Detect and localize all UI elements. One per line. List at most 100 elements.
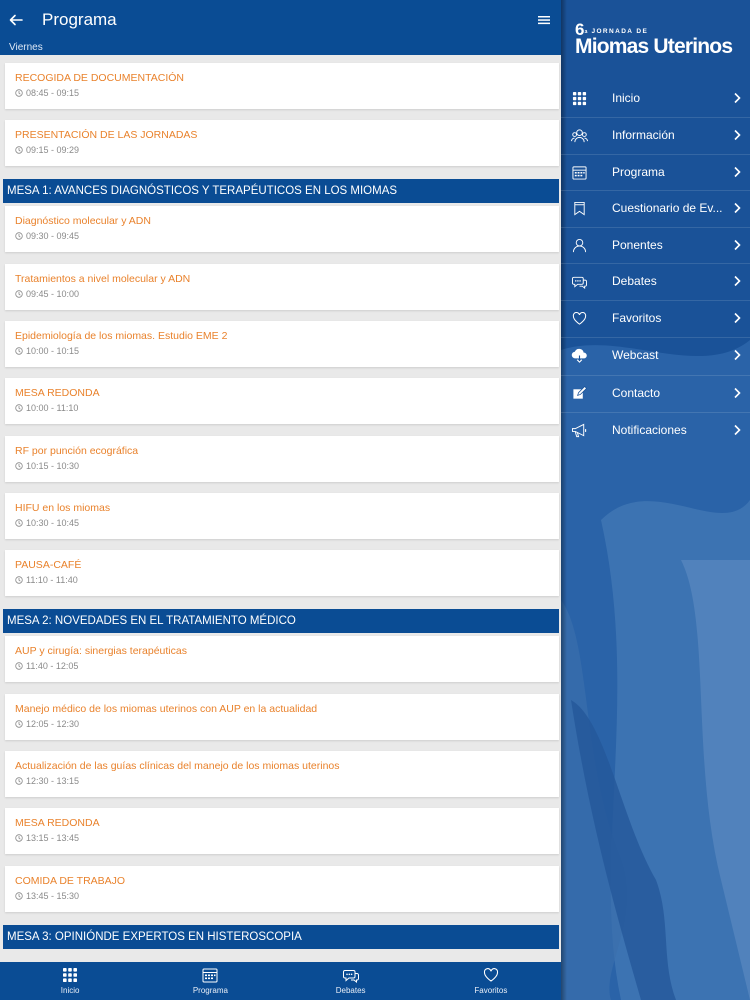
page-title: Programa [42,10,117,29]
tab-inicio[interactable]: Inicio [0,962,140,1000]
session-card[interactable]: HIFU en los miomas 10:30 - 10:45 [5,493,559,539]
drawer-item-label: Información [612,128,675,142]
drawer-item-favoritos[interactable]: Favoritos [561,300,750,336]
navigation-drawer: 6ª JORNADA DE Miomas Uterinos Inicio Inf… [561,0,750,1000]
tab-favoritos[interactable]: Favoritos [421,962,561,1000]
clock-icon [15,720,23,728]
clock-icon [15,892,23,900]
session-title: AUP y cirugía: sinergias terapéuticas [15,645,187,657]
heart-icon [572,311,586,325]
drawer-item-programa[interactable]: Programa [561,154,750,190]
drawer-item-label: Contacto [612,386,661,400]
chevron-right-icon [734,166,741,178]
clock-icon [15,777,23,785]
session-time: 10:00 - 11:10 [26,403,79,413]
session-title: HIFU en los miomas [15,502,111,514]
session-card[interactable]: PRESENTACIÓN DE LAS JORNADAS 09:15 - 09:… [5,120,559,166]
section-header-mesa-3: MESA 3: OPINIÓNDE EXPERTOS EN HISTEROSCO… [3,925,559,949]
session-title: RECOGIDA DE DOCUMENTACIÓN [15,72,184,84]
drawer-item-debates[interactable]: Debates [561,263,750,299]
session-time: 13:15 - 13:45 [26,833,80,843]
session-card[interactable]: PAUSA-CAFÉ 11:10 - 11:40 [5,550,559,596]
session-card[interactable]: RF por punción ecográfica 10:15 - 10:30 [5,436,559,482]
schedule-list[interactable]: RECOGIDA DE DOCUMENTACIÓN 08:45 - 09:15 … [0,55,561,962]
megaphone-icon [571,423,586,437]
session-time: 09:30 - 09:45 [26,231,80,241]
session-card[interactable]: RECOGIDA DE DOCUMENTACIÓN 08:45 - 09:15 [5,63,559,109]
clock-icon [15,462,23,470]
session-title: Actualización de las guías clínicas del … [15,760,340,772]
session-time: 09:15 - 09:29 [26,145,80,155]
session-card[interactable]: MESA REDONDA 13:15 - 13:45 [5,808,559,854]
drawer-item-label: Debates [612,274,657,288]
session-title: Tratamientos a nivel molecular y ADN [15,273,191,285]
drawer-item-label: Webcast [612,348,659,362]
session-card[interactable]: Manejo médico de los miomas uterinos con… [5,694,559,740]
hamburger-icon [538,16,550,25]
clock-icon [15,347,23,355]
session-title: PRESENTACIÓN DE LAS JORNADAS [15,129,198,141]
session-time: 08:45 - 09:15 [26,88,80,98]
session-card[interactable]: MESA REDONDA 10:00 - 11:10 [5,378,559,424]
section-header-mesa-2: MESA 2: NOVEDADES EN EL TRATAMIENTO MÉDI… [3,609,559,633]
drawer-item-label: Programa [612,165,665,179]
session-card[interactable]: Diagnóstico molecular y ADN 09:30 - 09:4… [5,206,559,252]
session-title: RF por punción ecográfica [15,445,139,457]
drawer-item-ponentes[interactable]: Ponentes [561,227,750,263]
drawer-item-notificaciones[interactable]: Notificaciones [561,412,750,448]
session-time: 12:05 - 12:30 [26,719,80,729]
main-panel: Programa Viernes RECOGIDA DE DOCUMENTACI… [0,0,561,1000]
tab-label: Inicio [60,986,80,995]
drawer-item-webcast[interactable]: Webcast [561,337,750,373]
top-app-bar: Programa [0,0,561,40]
session-time: 09:45 - 10:00 [26,289,80,299]
clock-icon [15,834,23,842]
session-time: 10:30 - 10:45 [26,518,80,528]
session-time: 12:30 - 13:15 [26,776,80,786]
bottom-tab-bar: Inicio Programa Debates Favoritos [0,962,561,1000]
clock-icon [15,404,23,412]
clock-icon [15,519,23,527]
session-card[interactable]: COMIDA DE TRABAJO 13:45 - 15:30 [5,866,559,912]
session-time: 10:00 - 10:15 [26,346,80,356]
drawer-item-contacto[interactable]: Contacto [561,375,750,411]
heart-icon [483,968,498,982]
day-label: Viernes [0,40,561,55]
session-title: Manejo médico de los miomas uterinos con… [15,703,318,715]
session-time: 13:45 - 15:30 [26,891,80,901]
clock-icon [15,290,23,298]
tab-label: Programa [192,986,228,995]
drawer-item-cuestionario[interactable]: Cuestionario de Ev... [561,190,750,226]
tab-debates[interactable]: Debates [281,962,421,1000]
session-card[interactable]: AUP y cirugía: sinergias terapéuticas 11… [5,636,559,682]
session-time: 10:15 - 10:30 [26,461,80,471]
session-card[interactable]: Tratamientos a nivel molecular y ADN 09:… [5,264,559,310]
chevron-right-icon [734,424,741,436]
drawer-item-label: Favoritos [612,311,662,325]
session-card[interactable]: Actualización de las guías clínicas del … [5,751,559,797]
session-title: COMIDA DE TRABAJO [15,875,126,887]
calendar-icon [202,968,218,983]
session-card[interactable]: Epidemiología de los miomas. Estudio EME… [5,321,559,367]
drawer-item-inicio[interactable]: Inicio [561,80,750,116]
edit-icon [572,385,587,399]
logo-small-text: JORNADA DE [591,28,649,35]
session-title: MESA REDONDA [15,817,100,829]
grid-icon [572,91,586,105]
event-logo: 6ª JORNADA DE Miomas Uterinos [575,21,745,57]
chat-icon [571,276,587,289]
drawer-item-label: Inicio [612,91,641,105]
arrow-left-icon [9,14,23,26]
clock-icon [15,232,23,240]
back-button[interactable] [0,0,32,40]
section-header-mesa-1: MESA 1: AVANCES DIAGNÓSTICOS Y TERAPÉUTI… [3,179,559,203]
tab-programa[interactable]: Programa [140,962,280,1000]
person-icon [572,238,586,252]
drawer-item-informacion[interactable]: Información [561,117,750,153]
clock-icon [15,662,23,670]
drawer-item-label: Cuestionario de Ev... [612,201,723,215]
session-title: Diagnóstico molecular y ADN [15,215,151,227]
chevron-right-icon [734,312,741,324]
drawer-item-label: Notificaciones [612,423,687,437]
menu-button[interactable] [527,0,561,40]
